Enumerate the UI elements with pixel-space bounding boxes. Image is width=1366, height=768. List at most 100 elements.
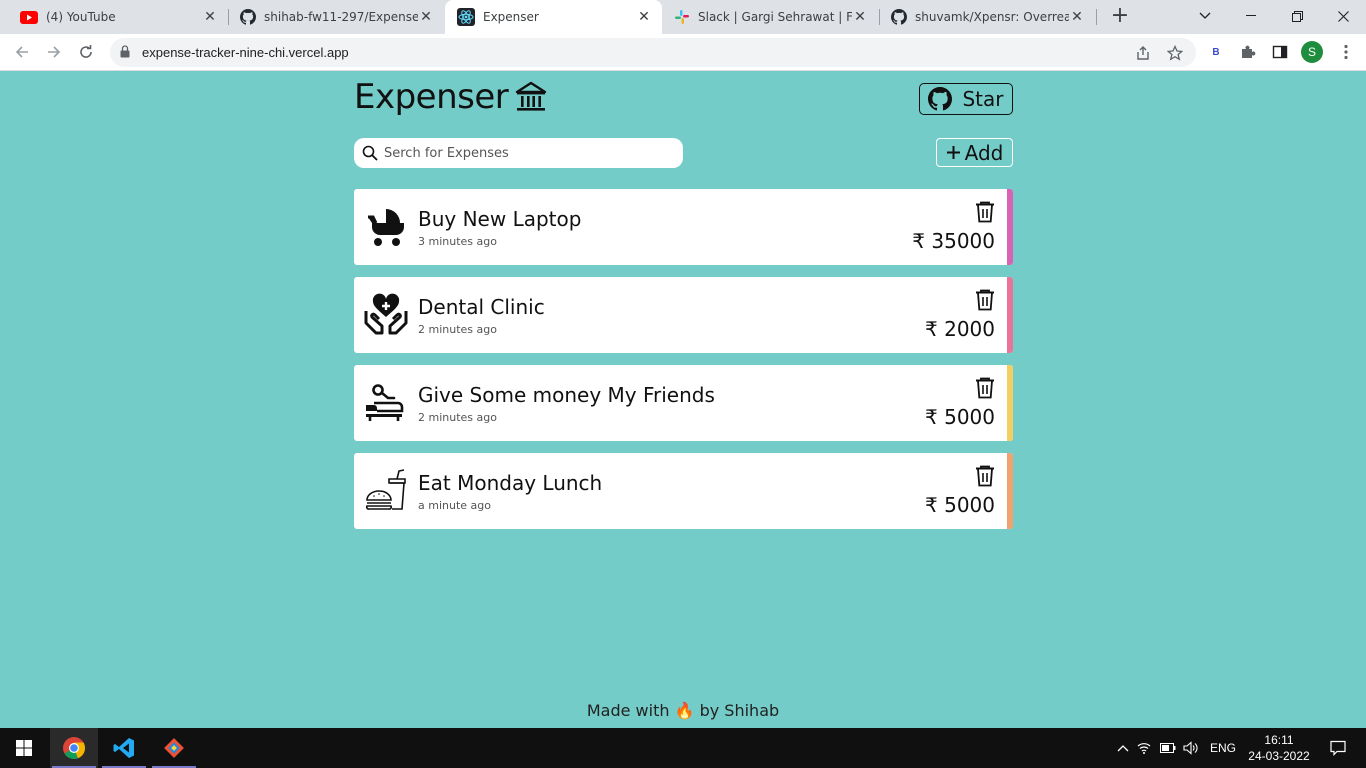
footer: Made with 🔥 by Shihab: [0, 701, 1366, 720]
trash-icon[interactable]: [975, 465, 995, 487]
github-star-button[interactable]: Star: [919, 83, 1013, 115]
tab-github-xpensr[interactable]: shuvamk/Xpensr: Overreacte ✕: [879, 0, 1095, 34]
clock[interactable]: 16:11 24-03-2022: [1246, 732, 1312, 764]
side-panel-icon[interactable]: [1270, 42, 1290, 62]
bookmark-star-icon[interactable]: [1166, 44, 1184, 62]
trash-icon[interactable]: [975, 377, 995, 399]
windows-icon: [16, 740, 32, 756]
expense-time: a minute ago: [418, 499, 491, 512]
expense-name: Buy New Laptop: [418, 207, 582, 231]
github-icon: [891, 9, 907, 25]
lock-icon[interactable]: [120, 45, 130, 58]
close-icon[interactable]: ✕: [418, 9, 434, 25]
clock-time: 16:11: [1264, 733, 1294, 747]
accent-bar: [1007, 189, 1013, 265]
expense-amount: ₹ 5000: [925, 405, 995, 429]
expense-card[interactable]: Give Some money My Friends 2 minutes ago…: [354, 365, 1013, 441]
extension-button[interactable]: B: [1206, 42, 1226, 62]
notifications-button[interactable]: [1314, 728, 1362, 768]
clock-date: 24-03-2022: [1248, 749, 1310, 763]
amount-value: 5000: [944, 405, 995, 429]
address-bar[interactable]: expense-tracker-nine-chi.vercel.app: [110, 38, 1196, 67]
share-icon[interactable]: [1134, 44, 1152, 62]
currency-symbol: ₹: [925, 317, 938, 341]
notification-icon: [1330, 740, 1346, 756]
trash-icon[interactable]: [975, 289, 995, 311]
expense-card[interactable]: Eat Monday Lunch a minute ago ₹ 5000: [354, 453, 1013, 529]
close-icon[interactable]: ✕: [852, 9, 868, 25]
minimize-button[interactable]: [1228, 0, 1274, 32]
expense-card[interactable]: Dental Clinic 2 minutes ago ₹ 2000: [354, 277, 1013, 353]
amount-value: 2000: [944, 317, 995, 341]
profile-avatar[interactable]: S: [1301, 41, 1323, 63]
accent-bar: [1007, 453, 1013, 529]
chevron-up-icon[interactable]: [1114, 744, 1132, 752]
search-input[interactable]: [384, 145, 674, 161]
volume-icon[interactable]: [1180, 741, 1202, 755]
more-menu-icon[interactable]: [1336, 42, 1356, 62]
accent-bar: [1007, 365, 1013, 441]
tab-title: Slack | Gargi Sehrawat | FT-W: [698, 10, 852, 24]
language-indicator[interactable]: ENG: [1210, 741, 1236, 755]
system-tray: ENG: [1114, 728, 1236, 768]
reload-icon: [80, 45, 92, 58]
react-icon: [457, 8, 475, 26]
amount-value: 5000: [944, 493, 995, 517]
expense-name: Give Some money My Friends: [418, 383, 715, 407]
youtube-icon: [20, 10, 38, 24]
expense-amount: ₹ 2000: [925, 317, 995, 341]
forward-button[interactable]: [40, 38, 68, 66]
trash-icon[interactable]: [975, 201, 995, 223]
expense-name: Eat Monday Lunch: [418, 471, 603, 495]
close-icon[interactable]: ✕: [202, 9, 218, 25]
fast-food-icon: [365, 469, 406, 510]
expense-list: Buy New Laptop 3 minutes ago ₹ 35000 Den…: [354, 189, 1013, 541]
app-header: Expenser: [354, 77, 548, 117]
expense-time: 2 minutes ago: [418, 411, 497, 424]
arrow-right-icon: [48, 46, 61, 58]
expense-name: Dental Clinic: [418, 295, 545, 319]
taskbar-git[interactable]: [150, 728, 198, 768]
tab-title: shuvamk/Xpensr: Overreacte: [915, 10, 1069, 24]
git-icon: [164, 738, 184, 758]
footer-post: by Shihab: [699, 701, 780, 720]
taskbar-chrome[interactable]: [50, 728, 98, 768]
battery-icon[interactable]: [1156, 743, 1180, 753]
tab-youtube[interactable]: (4) YouTube ✕: [8, 0, 228, 34]
search-box: [354, 138, 683, 168]
close-window-button[interactable]: [1320, 0, 1366, 32]
expense-amount: ₹ 35000: [912, 229, 995, 253]
restore-button[interactable]: [1274, 0, 1320, 32]
expense-card[interactable]: Buy New Laptop 3 minutes ago ₹ 35000: [354, 189, 1013, 265]
reload-button[interactable]: [72, 38, 100, 66]
fire-icon: 🔥: [674, 701, 695, 720]
expense-time: 2 minutes ago: [418, 323, 497, 336]
github-icon: [240, 9, 256, 25]
windows-taskbar: ENG 16:11 24-03-2022: [0, 728, 1366, 768]
wifi-icon[interactable]: [1132, 742, 1156, 754]
taskbar-vscode[interactable]: [100, 728, 148, 768]
close-icon[interactable]: ✕: [1069, 9, 1085, 25]
massage-icon: [366, 384, 404, 421]
puzzle-icon[interactable]: [1238, 42, 1258, 62]
currency-symbol: ₹: [925, 405, 938, 429]
start-button[interactable]: [0, 728, 48, 768]
bank-icon: [514, 80, 548, 114]
close-icon[interactable]: ✕: [636, 9, 652, 25]
close-icon: [1337, 10, 1349, 22]
expense-amount: ₹ 5000: [925, 493, 995, 517]
add-expense-button[interactable]: Add: [936, 138, 1013, 167]
tab-search-button[interactable]: [1182, 0, 1228, 32]
new-tab-button[interactable]: +: [1108, 5, 1132, 29]
tab-expenser[interactable]: Expenser ✕: [445, 0, 662, 34]
url-text: expense-tracker-nine-chi.vercel.app: [142, 45, 349, 60]
back-button[interactable]: [8, 38, 36, 66]
add-label: Add: [964, 140, 1004, 165]
tab-separator: [1096, 9, 1097, 25]
plus-icon: [946, 146, 960, 159]
footer-pre: Made with: [586, 701, 670, 720]
browser-tab-strip: (4) YouTube ✕ shihab-fw11-297/Expense-tr…: [0, 0, 1366, 34]
app-page: Expenser Star Add Buy New Laptop 3 minut…: [0, 71, 1366, 728]
tab-slack[interactable]: Slack | Gargi Sehrawat | FT-W ✕: [662, 0, 878, 34]
tab-github-expense[interactable]: shihab-fw11-297/Expense-tra ✕: [228, 0, 444, 34]
